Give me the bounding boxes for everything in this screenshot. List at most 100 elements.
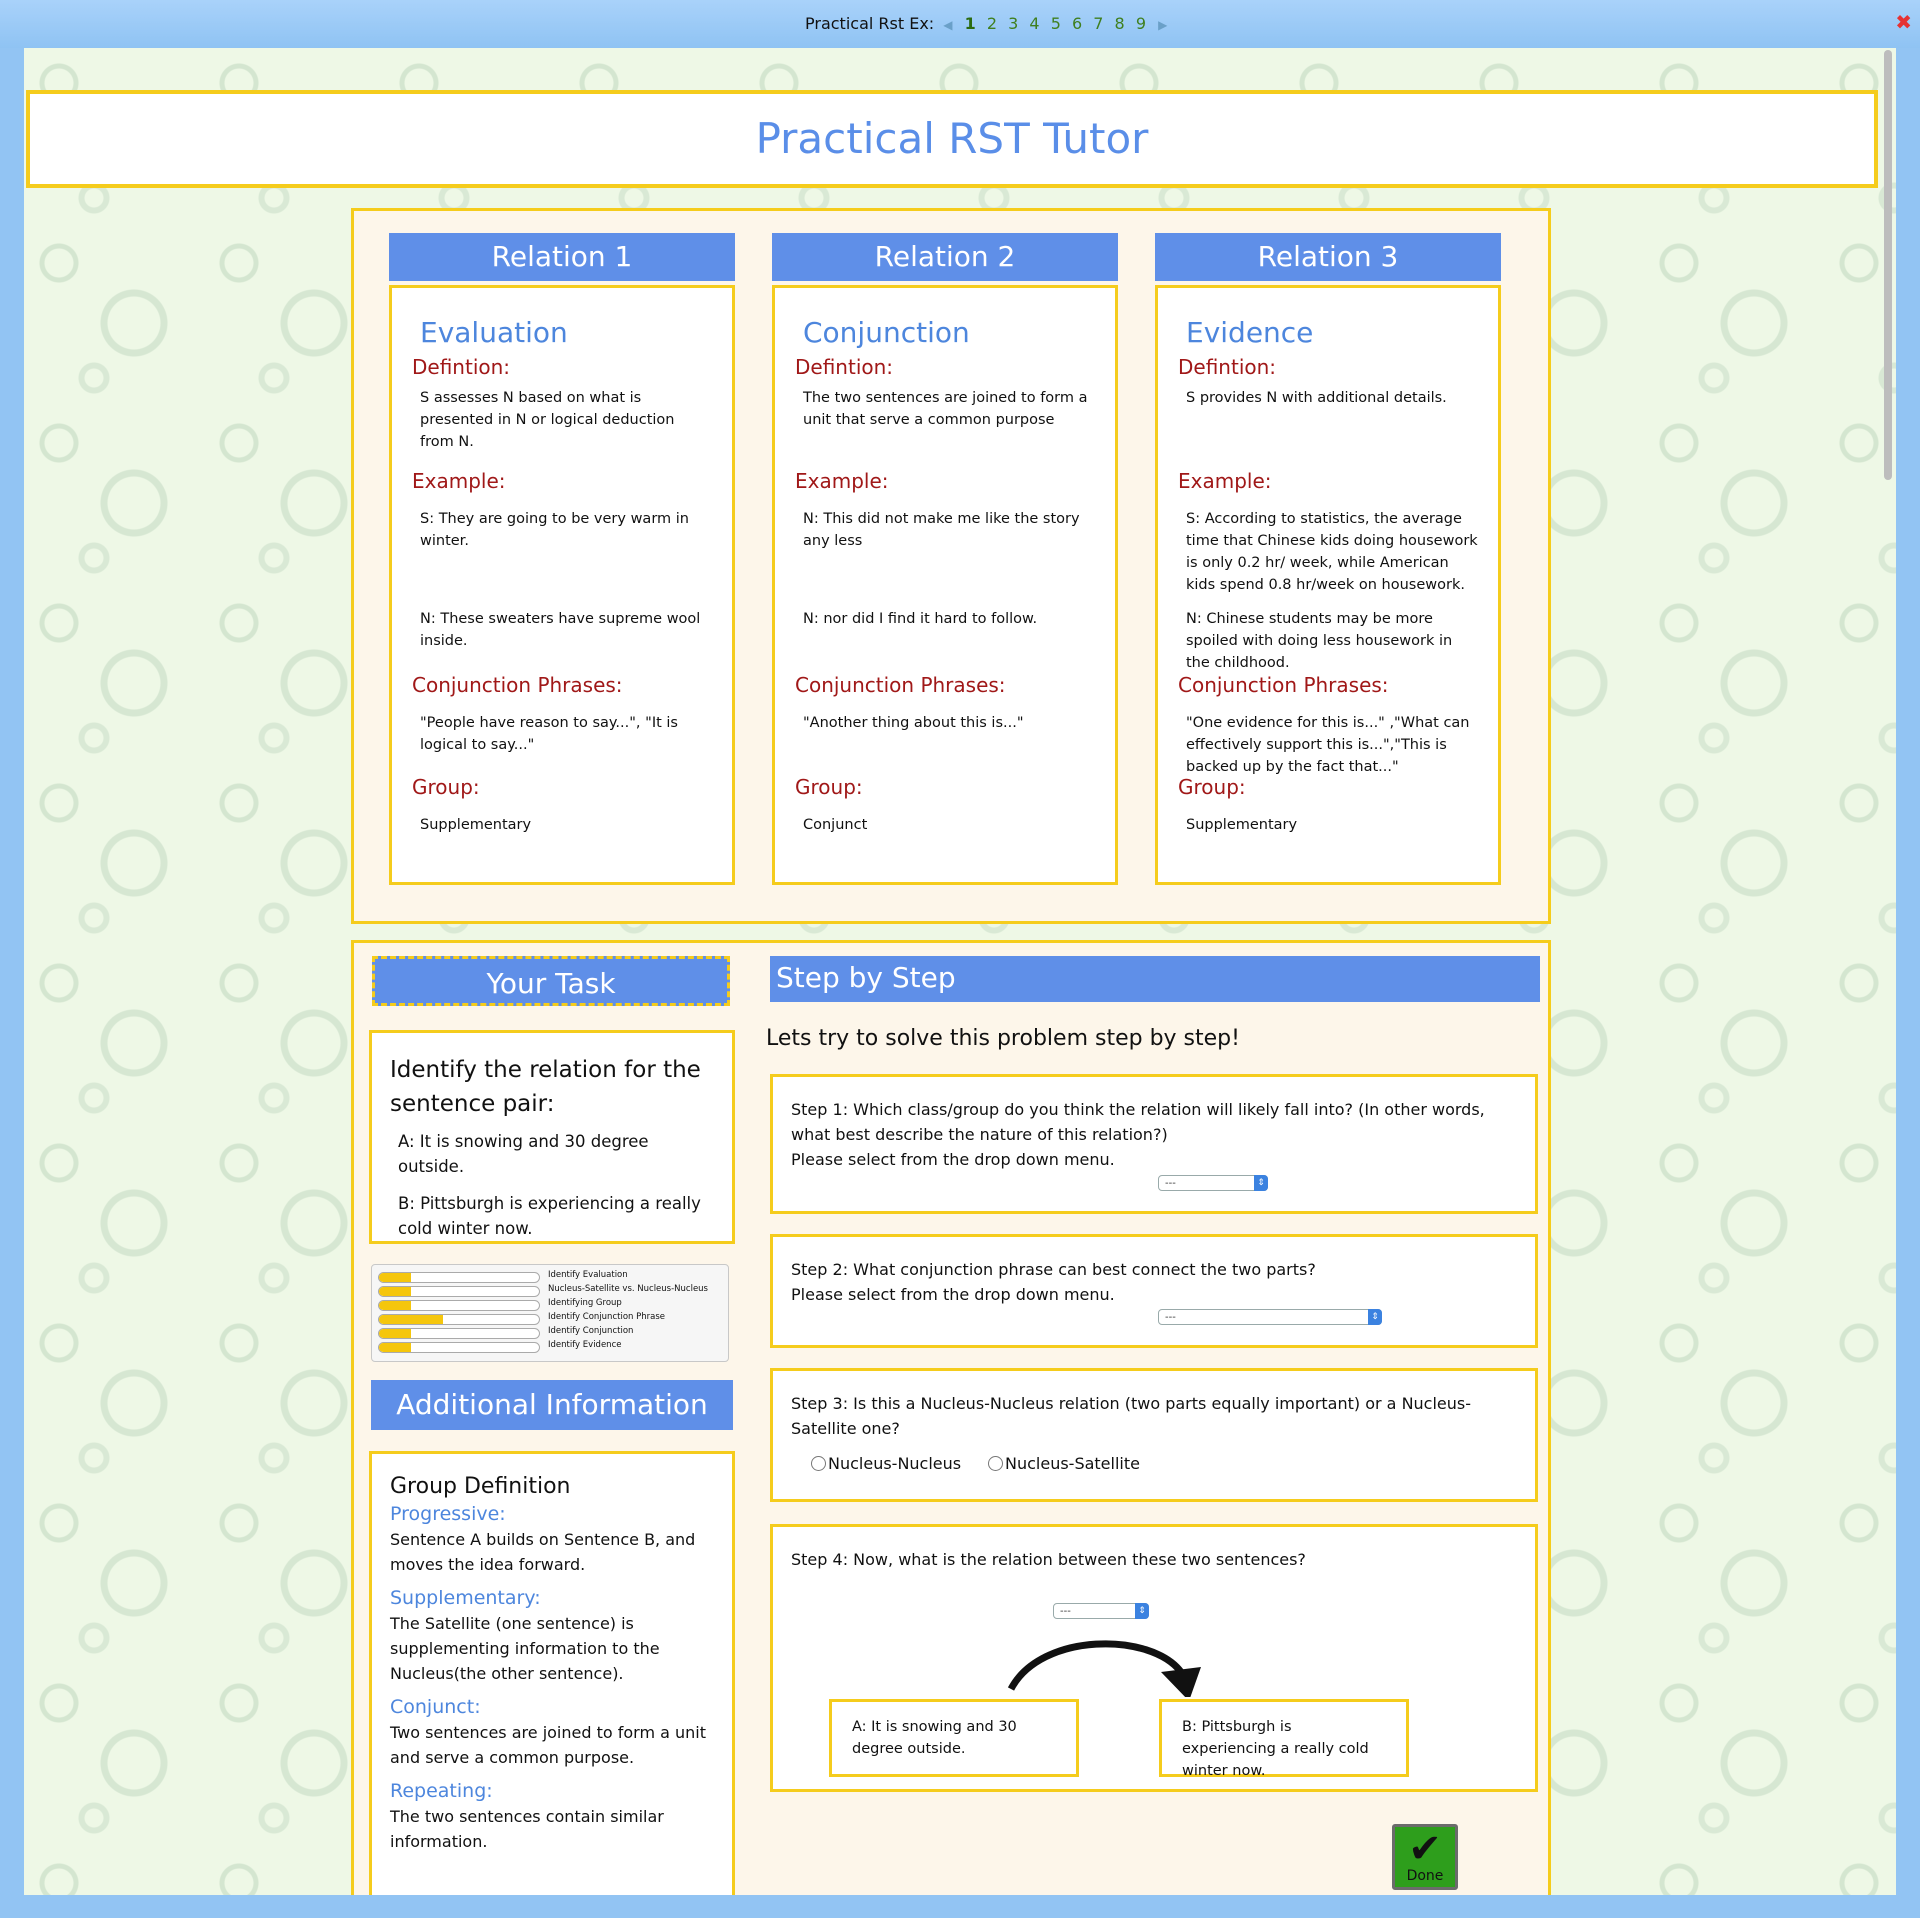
- example-label: Example:: [412, 469, 506, 493]
- radio-circle-icon[interactable]: [988, 1456, 1003, 1471]
- example-n: N: These sweaters have supreme wool insi…: [420, 611, 701, 649]
- example-s: N: This did not make me like the story a…: [803, 511, 1080, 549]
- skill-name: Identify Conjunction: [548, 1326, 634, 1336]
- step-3-question: Step 3: Is this a Nucleus-Nucleus relati…: [791, 1394, 1472, 1438]
- step-1-select-value: ---: [1165, 1178, 1176, 1189]
- skill-bar-fill: [379, 1301, 411, 1310]
- skill-name: Identifying Group: [548, 1298, 622, 1308]
- radio-nucleus-nucleus-label: Nucleus-Nucleus: [828, 1454, 962, 1473]
- skill-bar: [378, 1286, 540, 1297]
- task-question: Identify the relation for the sentence p…: [390, 1057, 701, 1117]
- skill-bar: [378, 1328, 540, 1339]
- phrases-label: Conjunction Phrases:: [412, 673, 623, 697]
- checkmark-icon: ✔: [1408, 1826, 1442, 1872]
- sentence-b-box[interactable]: B: Pittsburgh is experiencing a really c…: [1159, 1699, 1409, 1779]
- step-by-step-header: Step by Step: [770, 956, 1540, 1002]
- dropdown-arrow-icon[interactable]: ⇕: [1135, 1603, 1149, 1619]
- relation-name: Conjunction: [803, 316, 970, 349]
- page-link-6[interactable]: 6: [1072, 14, 1082, 33]
- radio-nucleus-satellite-label: Nucleus-Satellite: [1005, 1454, 1140, 1473]
- page-link-2[interactable]: 2: [987, 14, 997, 33]
- step-2-question: Step 2: What conjunction phrase can best…: [791, 1260, 1316, 1279]
- step-1-hint: Please select from the drop down menu.: [791, 1150, 1115, 1169]
- group-label: Group:: [412, 775, 480, 799]
- phrases-label: Conjunction Phrases:: [1178, 673, 1389, 697]
- radio-nucleus-nucleus[interactable]: Nucleus-Nucleus: [811, 1451, 961, 1476]
- page-title: Practical RST Tutor: [755, 114, 1149, 163]
- relation-body: Evidence Defintion: S provides N with ad…: [1155, 285, 1501, 885]
- relation-header: Relation 1: [389, 233, 735, 281]
- relation-body: Conjunction Defintion: The two sentences…: [772, 285, 1118, 885]
- task-box: Identify the relation for the sentence p…: [369, 1030, 735, 1244]
- task-sentence-b: B: Pittsburgh is experiencing a really c…: [398, 1194, 701, 1238]
- radio-nucleus-satellite[interactable]: Nucleus-Satellite: [988, 1451, 1140, 1476]
- group-text: Sentence A builds on Sentence B, and mov…: [390, 1530, 696, 1574]
- skill-bar-fill: [379, 1329, 411, 1338]
- close-icon[interactable]: ✖: [1895, 10, 1912, 34]
- example-n: N: Chinese students may be more spoiled …: [1186, 611, 1453, 671]
- group-name: Repeating:: [390, 1780, 493, 1802]
- group-text: Supplementary: [1186, 817, 1298, 833]
- nav-label: Practical Rst Ex:: [805, 14, 935, 33]
- step-4-select[interactable]: --- ⇕: [1053, 1603, 1149, 1619]
- group-text: Conjunct: [803, 817, 868, 833]
- group-label: Group:: [1178, 775, 1246, 799]
- dropdown-arrow-icon[interactable]: ⇕: [1368, 1309, 1382, 1325]
- group-name: Supplementary:: [390, 1587, 541, 1609]
- skill-name: Nucleus-Satellite vs. Nucleus-Nucleus: [548, 1284, 708, 1294]
- prev-arrow-icon[interactable]: ◀: [943, 18, 952, 32]
- skill-name: Identify Conjunction Phrase: [548, 1312, 665, 1322]
- skill-name: Identify Evaluation: [548, 1270, 628, 1280]
- skill-bar: [378, 1300, 540, 1311]
- next-arrow-icon[interactable]: ▶: [1158, 18, 1167, 32]
- step-2-hint: Please select from the drop down menu.: [791, 1285, 1115, 1304]
- skill-bar-fill: [379, 1343, 411, 1352]
- sentence-a-box[interactable]: A: It is snowing and 30 degree outside.: [829, 1699, 1079, 1777]
- group-text: Two sentences are joined to form a unit …: [390, 1723, 707, 1767]
- page-link-7[interactable]: 7: [1093, 14, 1103, 33]
- task-sentence-a: A: It is snowing and 30 degree outside.: [398, 1132, 649, 1176]
- group-text: The Satellite (one sentence) is suppleme…: [390, 1614, 660, 1683]
- page-link-5[interactable]: 5: [1051, 14, 1061, 33]
- step-2-select[interactable]: --- ⇕: [1158, 1309, 1382, 1325]
- content-frame: Practical RST Tutor Relation 1 Evaluatio…: [24, 48, 1896, 1895]
- top-bar: Practical Rst Ex: ◀ 1 2 3 4 5 6 7 8 9 ▶ …: [0, 0, 1920, 48]
- definition-text: S provides N with additional details.: [1186, 390, 1447, 406]
- skill-bar-fill: [379, 1273, 411, 1282]
- definition-text: S assesses N based on what is presented …: [420, 390, 675, 450]
- step-1-box: Step 1: Which class/group do you think t…: [770, 1074, 1538, 1214]
- skill-bar: [378, 1342, 540, 1353]
- relation-card-3: Relation 3 Evidence Defintion: S provide…: [1155, 233, 1501, 885]
- relation-header: Relation 3: [1155, 233, 1501, 281]
- relations-panel: Relation 1 Evaluation Defintion: S asses…: [351, 208, 1551, 924]
- step-intro: Lets try to solve this problem step by s…: [766, 1026, 1240, 1051]
- additional-info-header: Additional Information: [371, 1380, 733, 1430]
- dropdown-arrow-icon[interactable]: ⇕: [1254, 1175, 1268, 1191]
- page-link-9[interactable]: 9: [1136, 14, 1146, 33]
- relation-name: Evaluation: [420, 316, 568, 349]
- group-text: Supplementary: [420, 817, 532, 833]
- group-label: Group:: [795, 775, 863, 799]
- task-header: Your Task: [372, 956, 730, 1006]
- group-name: Progressive:: [390, 1503, 506, 1525]
- step-2-select-value: ---: [1165, 1312, 1176, 1323]
- page-link-3[interactable]: 3: [1008, 14, 1018, 33]
- scrollbar[interactable]: [1884, 50, 1892, 480]
- done-button[interactable]: ✔ Done: [1392, 1824, 1458, 1890]
- definition-label: Defintion:: [795, 355, 894, 379]
- page-link-4[interactable]: 4: [1029, 14, 1039, 33]
- group-definition-title: Group Definition: [390, 1474, 571, 1499]
- page-link-1[interactable]: 1: [965, 14, 976, 33]
- relation-header: Relation 2: [772, 233, 1118, 281]
- definition-label: Defintion:: [412, 355, 511, 379]
- step-4-question: Step 4: Now, what is the relation betwee…: [791, 1550, 1306, 1569]
- radio-circle-icon[interactable]: [811, 1456, 826, 1471]
- page-link-8[interactable]: 8: [1115, 14, 1125, 33]
- phrases-text: "Another thing about this is...": [803, 715, 1024, 731]
- step-1-select[interactable]: --- ⇕: [1158, 1175, 1268, 1191]
- definition-text: The two sentences are joined to form a u…: [803, 390, 1088, 428]
- curved-arrow-icon: [1007, 1640, 1201, 1697]
- skill-meter: Identify Evaluation Nucleus-Satellite vs…: [371, 1264, 729, 1362]
- step-4-select-value: ---: [1060, 1606, 1071, 1617]
- step-3-box: Step 3: Is this a Nucleus-Nucleus relati…: [770, 1368, 1538, 1502]
